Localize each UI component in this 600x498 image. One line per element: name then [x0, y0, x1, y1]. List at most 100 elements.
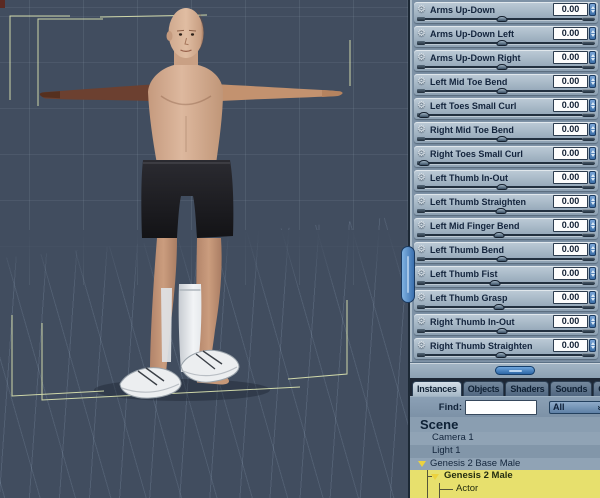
spinner-up-icon[interactable] [590, 294, 595, 297]
slider-track[interactable] [417, 112, 595, 119]
spinner-down-icon[interactable] [590, 58, 595, 61]
slider-handle[interactable] [489, 280, 501, 286]
gear-icon[interactable]: ⚙ [417, 28, 430, 39]
filter-dropdown[interactable]: All » [549, 401, 600, 414]
gear-icon[interactable]: ⚙ [417, 292, 430, 303]
spinner[interactable] [589, 75, 596, 88]
gear-icon[interactable]: ⚙ [417, 244, 430, 255]
genesis-2-male-figure[interactable] [0, 0, 410, 498]
spinner[interactable] [589, 195, 596, 208]
slider-value-field[interactable]: 0.00 [553, 75, 588, 88]
slider-handle[interactable] [496, 184, 508, 190]
spinner-up-icon[interactable] [590, 318, 595, 321]
figure-left-arm[interactable] [212, 84, 341, 102]
spinner[interactable] [589, 51, 596, 64]
gear-icon[interactable]: ⚙ [417, 196, 430, 207]
slider-track[interactable] [417, 184, 595, 191]
slider-handle[interactable] [495, 352, 507, 358]
slider-track[interactable] [417, 256, 595, 263]
slider-track[interactable] [417, 208, 595, 215]
spinner-up-icon[interactable] [590, 342, 595, 345]
slider-handle[interactable] [496, 40, 508, 46]
slider-value-field[interactable]: 0.00 [553, 171, 588, 184]
tree-row[interactable]: Genesis 2 Base Male [410, 457, 600, 471]
collapse-pill-button[interactable] [495, 366, 535, 375]
spinner-down-icon[interactable] [590, 298, 595, 301]
spinner-down-icon[interactable] [590, 154, 595, 157]
spinner-down-icon[interactable] [590, 226, 595, 229]
sneaker-item-lower[interactable] [119, 367, 182, 399]
tab[interactable]: Instances [412, 381, 462, 396]
spinner[interactable] [589, 123, 596, 136]
spinner[interactable] [589, 3, 596, 16]
spinner-up-icon[interactable] [590, 270, 595, 273]
spinner-down-icon[interactable] [590, 346, 595, 349]
tree-row-label[interactable]: Genesis 2 Base Male [410, 458, 600, 471]
spinner[interactable] [589, 171, 596, 184]
gear-icon[interactable]: ⚙ [417, 148, 430, 159]
slider-value-field[interactable]: 0.00 [553, 99, 588, 112]
slider-value-field[interactable]: 0.00 [553, 243, 588, 256]
tab[interactable]: Shaders [505, 381, 550, 396]
gear-icon[interactable]: ⚙ [417, 340, 430, 351]
spinner[interactable] [589, 27, 596, 40]
tab[interactable]: Objects [462, 381, 505, 396]
slider-handle[interactable] [496, 136, 508, 142]
slider-value-field[interactable]: 0.00 [553, 147, 588, 160]
spinner-down-icon[interactable] [590, 202, 595, 205]
gear-icon[interactable]: ⚙ [417, 124, 430, 135]
spinner[interactable] [589, 219, 596, 232]
slider-handle[interactable] [493, 304, 505, 310]
gear-icon[interactable]: ⚙ [417, 52, 430, 63]
spinner-down-icon[interactable] [590, 130, 595, 133]
gear-icon[interactable]: ⚙ [417, 268, 430, 279]
spinner[interactable] [589, 243, 596, 256]
spinner-down-icon[interactable] [590, 106, 595, 109]
slider-track[interactable] [417, 352, 595, 359]
slider-handle[interactable] [418, 112, 430, 118]
tree-row[interactable]: Camera 1 [410, 432, 600, 445]
spinner[interactable] [589, 99, 596, 112]
viewport-3d[interactable] [0, 0, 410, 498]
spinner-down-icon[interactable] [590, 178, 595, 181]
spinner-up-icon[interactable] [590, 102, 595, 105]
gear-icon[interactable]: ⚙ [417, 220, 430, 231]
slider-value-field[interactable]: 0.00 [553, 267, 588, 280]
tree-row-label[interactable]: Camera 1 [410, 432, 600, 445]
slider-track[interactable] [417, 64, 595, 71]
expand-triangle-icon[interactable] [418, 461, 426, 468]
slider-value-field[interactable]: 0.00 [553, 195, 588, 208]
spinner-up-icon[interactable] [590, 30, 595, 33]
tab[interactable]: Sounds [550, 381, 593, 396]
slider-track[interactable] [417, 328, 595, 335]
tree-row[interactable]: Light 1 [410, 444, 600, 458]
spinner[interactable] [589, 339, 596, 352]
spinner-up-icon[interactable] [590, 198, 595, 201]
spinner-down-icon[interactable] [590, 250, 595, 253]
spinner-up-icon[interactable] [590, 6, 595, 9]
sock-item-back[interactable] [161, 288, 172, 362]
gear-icon[interactable]: ⚙ [417, 76, 430, 87]
slider-track[interactable] [417, 88, 595, 95]
tab[interactable]: Clips [593, 381, 600, 396]
gear-icon[interactable]: ⚙ [417, 4, 430, 15]
slider-handle[interactable] [496, 328, 508, 334]
spinner-down-icon[interactable] [590, 10, 595, 13]
slider-handle[interactable] [495, 208, 507, 214]
slider-value-field[interactable]: 0.00 [553, 315, 588, 328]
gear-icon[interactable]: ⚙ [417, 100, 430, 111]
slider-value-field[interactable]: 0.00 [553, 3, 588, 16]
tree-row[interactable]: Genesis 2 Male [410, 470, 600, 484]
slider-track[interactable] [417, 232, 595, 239]
spinner[interactable] [589, 315, 596, 328]
slider-track[interactable] [417, 160, 595, 167]
slider-handle[interactable] [418, 160, 430, 166]
spinner-down-icon[interactable] [590, 82, 595, 85]
spinner-down-icon[interactable] [590, 34, 595, 37]
slider-value-field[interactable]: 0.00 [553, 27, 588, 40]
spinner-down-icon[interactable] [590, 274, 595, 277]
slider-value-field[interactable]: 0.00 [553, 123, 588, 136]
slider-value-field[interactable]: 0.00 [553, 291, 588, 304]
slider-track[interactable] [417, 280, 595, 287]
slider-value-field[interactable]: 0.00 [553, 219, 588, 232]
